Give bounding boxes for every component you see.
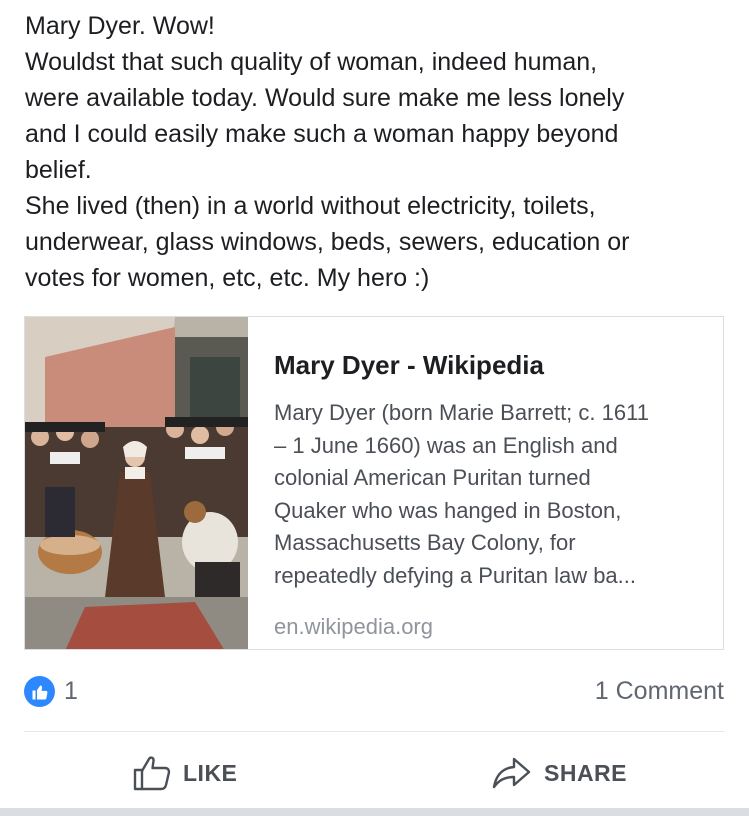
- post-text-line: were available today. Would sure make me…: [25, 84, 625, 112]
- link-preview-description: Mary Dyer (born Marie Barrett; c. 1611 –…: [274, 397, 703, 592]
- feed-separator: [0, 808, 749, 816]
- post-text-line: Mary Dyer. Wow!: [25, 12, 215, 40]
- like-count[interactable]: 1: [64, 676, 78, 707]
- share-arrow-icon: [492, 757, 531, 789]
- post-text-line: underwear, glass windows, beds, sewers, …: [25, 228, 630, 256]
- link-preview-domain: en.wikipedia.org: [274, 614, 433, 639]
- link-preview-title[interactable]: Mary Dyer - Wikipedia: [274, 347, 703, 383]
- reactions-bar: 1 1 Comment: [24, 676, 724, 712]
- post-text-line: Wouldst that such quality of woman, inde…: [25, 48, 598, 76]
- painting-thumbnail[interactable]: [25, 317, 248, 649]
- description-line: – 1 June 1660) was an English and: [274, 432, 618, 458]
- description-line: colonial American Puritan turned: [274, 465, 591, 490]
- share-button-label: SHARE: [544, 759, 628, 786]
- divider: [24, 731, 724, 732]
- thumbs-up-icon: [133, 756, 171, 791]
- link-preview-body[interactable]: Mary Dyer - Wikipedia Mary Dyer (born Ma…: [248, 317, 723, 649]
- post-text: Mary Dyer. Wow! Wouldst that such qualit…: [25, 8, 737, 296]
- description-line: Massachusetts Bay Colony, for: [274, 530, 576, 555]
- post-text-line: and I could easily make such a woman hap…: [25, 120, 619, 148]
- description-line: Mary Dyer (born Marie Barrett; c. 1611: [274, 400, 649, 425]
- link-preview-card[interactable]: Mary Dyer - Wikipedia Mary Dyer (born Ma…: [24, 316, 724, 650]
- like-button[interactable]: LIKE: [133, 748, 237, 798]
- post-text-line: votes for women, etc, etc. My hero :): [25, 264, 430, 292]
- like-reaction-icon[interactable]: [24, 676, 55, 707]
- action-bar: LIKE SHARE: [0, 748, 749, 798]
- description-line: Quaker who was hanged in Boston,: [274, 497, 622, 523]
- comment-count[interactable]: 1 Comment: [595, 676, 724, 707]
- share-button[interactable]: SHARE: [492, 748, 627, 798]
- like-button-label: LIKE: [183, 759, 238, 786]
- description-line: repeatedly defying a Puritan law ba...: [274, 562, 637, 588]
- post-text-line: belief.: [25, 156, 92, 184]
- post-text-line: She lived (then) in a world without elec…: [25, 192, 596, 220]
